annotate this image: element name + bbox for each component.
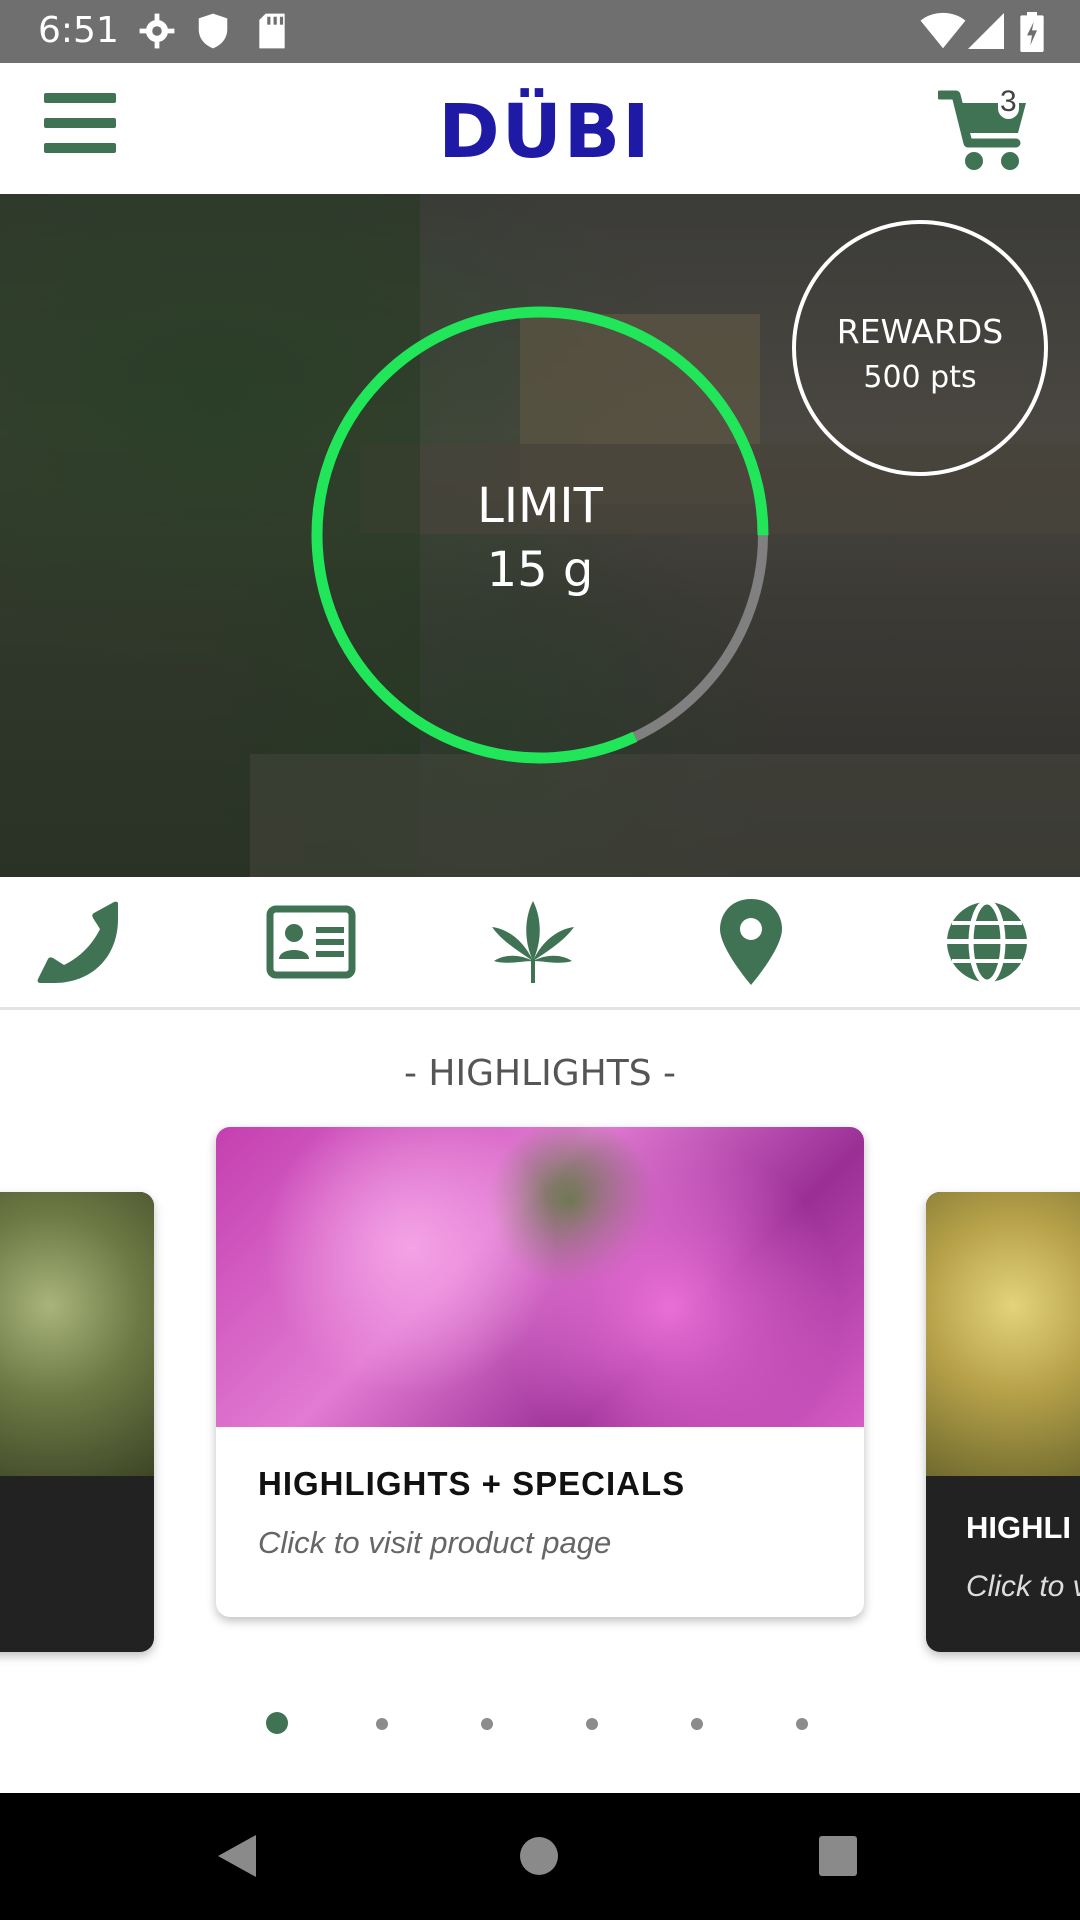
cart-badge: 3 (998, 85, 1019, 119)
highlight-card-image (0, 1192, 154, 1476)
limit-value: 15 g (486, 542, 594, 598)
highlight-card-title: HIGHLIGHTS + SPECIALS (258, 1465, 686, 1502)
signal-icon (968, 13, 1004, 49)
highlight-card-image (926, 1192, 1080, 1476)
hero-banner: LIMIT 15 g REWARDS 500 pts (0, 194, 1080, 877)
highlight-card-image (216, 1127, 864, 1427)
menu-icon-bar (44, 143, 116, 153)
carousel-dot[interactable] (266, 1712, 288, 1734)
back-icon[interactable] (216, 1833, 258, 1879)
carousel-dot[interactable] (376, 1718, 388, 1730)
wifi-icon (920, 12, 966, 49)
carousel-dot[interactable] (481, 1718, 493, 1730)
rewards-label: REWARDS (836, 312, 1004, 351)
carousel-pagination (0, 1712, 1080, 1736)
carousel-dot[interactable] (586, 1718, 598, 1730)
globe-icon[interactable] (942, 897, 1032, 987)
battery-icon (1020, 12, 1044, 52)
app-logo: DÜBI (438, 89, 652, 175)
cannabis-leaf-icon[interactable] (488, 897, 578, 987)
settings-icon (139, 13, 175, 49)
highlight-card-title: HIGHLI (966, 1510, 1072, 1545)
shield-icon (198, 13, 228, 49)
recents-icon[interactable] (818, 1835, 858, 1877)
status-bar: 6:51 (0, 0, 1080, 63)
quick-actions-bar (0, 877, 1080, 1010)
id-card-icon[interactable] (266, 897, 356, 987)
highlights-title: - HIGHLIGHTS - (403, 1053, 676, 1094)
phone-icon[interactable] (34, 897, 124, 987)
status-time: 6:51 (38, 10, 119, 51)
app-bar: DÜBI 3 (0, 63, 1080, 195)
limit-label: LIMIT (477, 478, 603, 534)
highlight-card-subtitle: Click to visit product page (258, 1525, 612, 1560)
menu-button[interactable] (44, 93, 116, 159)
highlight-card[interactable]: HIGHLIGHTS + SPECIALS Click to visit pro… (216, 1127, 864, 1617)
carousel-dot[interactable] (796, 1718, 808, 1730)
system-nav-bar (0, 1793, 1080, 1920)
highlight-card-next[interactable]: HIGHLI Click to v (926, 1192, 1080, 1652)
background-floor (250, 754, 1080, 877)
limit-readout: LIMIT 15 g (308, 474, 772, 602)
home-icon[interactable] (518, 1835, 560, 1877)
rewards-points: 500 pts (863, 360, 977, 395)
sd-card-icon (259, 13, 285, 49)
highlight-card-prev[interactable] (0, 1192, 154, 1652)
map-pin-icon[interactable] (706, 897, 796, 987)
highlight-card-subtitle: Click to v (966, 1570, 1080, 1603)
menu-icon-bar (44, 118, 116, 128)
rewards-button[interactable]: REWARDS 500 pts (792, 220, 1048, 476)
menu-icon-bar (44, 93, 116, 103)
carousel-dot[interactable] (691, 1718, 703, 1730)
